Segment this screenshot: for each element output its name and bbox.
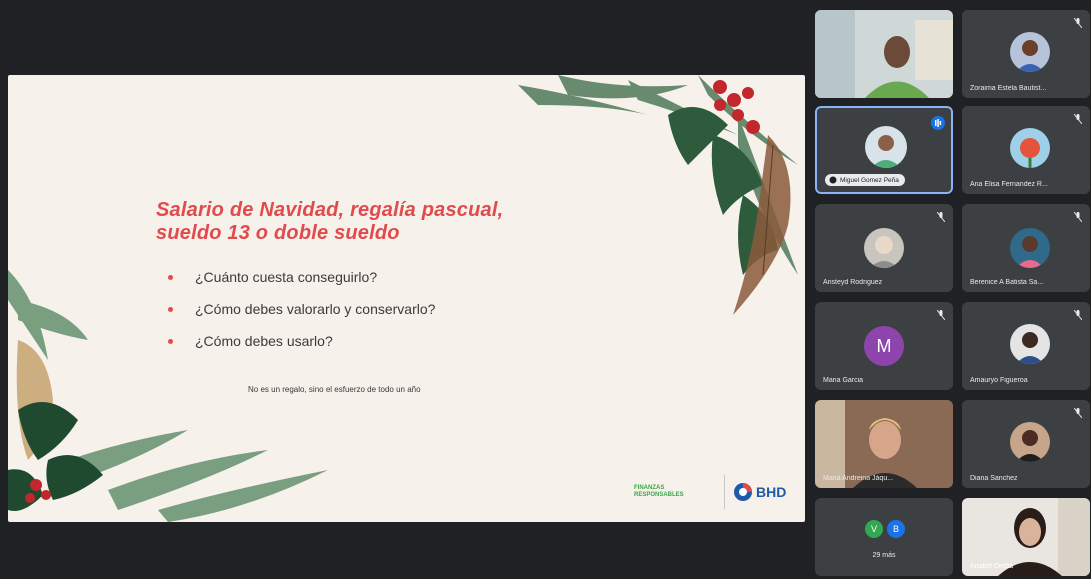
participant-avatar bbox=[1010, 422, 1050, 462]
participant-name: Aristeyd Rodriguez bbox=[823, 279, 883, 286]
participant-avatar bbox=[1010, 32, 1050, 72]
bullet-dot-icon bbox=[168, 274, 173, 280]
others-count: 29 más bbox=[872, 552, 896, 559]
finanzas-responsables-logo: FINANZAS RESPONSABLES bbox=[634, 485, 716, 499]
participant-tile[interactable]: Anabel Oreba bbox=[962, 498, 1090, 576]
slide-bullet: ¿Cómo debes valorarlo y conservarlo? bbox=[168, 293, 435, 325]
participant-tile-others[interactable]: V B 29 más bbox=[815, 498, 953, 576]
participant-name: Amauryo Figueroa bbox=[970, 377, 1028, 384]
participant-video bbox=[815, 10, 953, 98]
participant-avatar bbox=[1010, 128, 1050, 168]
mic-muted-icon bbox=[1074, 310, 1082, 320]
participant-name: Diana Sanchez bbox=[970, 475, 1018, 482]
participant-name: Zoraima Estela Bautist... bbox=[970, 85, 1047, 92]
slide-caption: No es un regalo, sino el esfuerzo de tod… bbox=[248, 385, 421, 394]
bhd-logo: BHD bbox=[733, 482, 786, 502]
slide-bullet: ¿Cómo debes usarlo? bbox=[168, 325, 435, 357]
participant-tile[interactable]: Amauryo Figueroa bbox=[962, 302, 1090, 390]
participant-name: Miguel Gomez Peña bbox=[840, 176, 899, 184]
participant-tile[interactable]: Diana Sanchez bbox=[962, 400, 1090, 488]
participant-letter-avatar: M bbox=[864, 326, 904, 366]
slide-bullet-text: ¿Cómo debes valorarlo y conservarlo? bbox=[195, 301, 436, 317]
pin-icon bbox=[829, 176, 837, 184]
participant-letter-avatar: B bbox=[887, 520, 905, 538]
logo-left-line-1: FINANZAS bbox=[634, 485, 665, 491]
participant-name: Ana Elisa Fernandez R... bbox=[970, 181, 1048, 188]
slide-title-line-1: Salario de Navidad, regalía pascual, bbox=[156, 199, 504, 221]
participant-name: Maria Garcia bbox=[823, 377, 864, 384]
bhd-logo-text: BHD bbox=[756, 484, 787, 500]
mic-muted-icon bbox=[1074, 212, 1082, 222]
participant-tile[interactable]: Miguel Gomez Peña bbox=[815, 106, 953, 194]
mic-muted-icon bbox=[1074, 18, 1082, 28]
participant-name: Anabel Oreba bbox=[970, 563, 1014, 570]
slide-title: Salario de Navidad, regalía pascual, sue… bbox=[156, 199, 586, 245]
bullet-dot-icon bbox=[168, 338, 173, 344]
participant-tile[interactable]: Ana Elisa Fernandez R... bbox=[962, 106, 1090, 194]
participant-avatar bbox=[864, 228, 904, 268]
participant-name-chip: Miguel Gomez Peña bbox=[825, 174, 905, 186]
participant-avatar bbox=[865, 126, 907, 168]
participant-tile[interactable]: Berenice A Batista Sa... bbox=[962, 204, 1090, 292]
participant-name: Berenice A Batista Sa... bbox=[970, 279, 1044, 286]
mic-muted-icon bbox=[937, 212, 945, 222]
logo-divider bbox=[724, 475, 725, 509]
participant-tile[interactable]: M Maria Garcia bbox=[815, 302, 953, 390]
presentation-slide: Salario de Navidad, regalía pascual, sue… bbox=[8, 75, 805, 522]
participant-avatar bbox=[1010, 324, 1050, 364]
participant-tile[interactable] bbox=[815, 10, 953, 98]
slide-bullet-text: ¿Cuánto cuesta conseguirlo? bbox=[195, 269, 378, 285]
participant-name: Maria Andreina Jáqu... bbox=[823, 475, 894, 482]
bullet-dot-icon bbox=[168, 306, 173, 312]
slide-title-line-2: sueldo 13 o doble sueldo bbox=[156, 222, 400, 244]
speaking-icon bbox=[931, 116, 945, 130]
participant-tile[interactable]: Zoraima Estela Bautist... bbox=[962, 10, 1090, 98]
mic-muted-icon bbox=[1074, 114, 1082, 124]
logo-left-line-2: RESPONSABLES bbox=[634, 492, 684, 498]
participant-letter-avatar: V bbox=[865, 520, 883, 538]
participant-tile[interactable]: Aristeyd Rodriguez bbox=[815, 204, 953, 292]
mic-muted-icon bbox=[937, 310, 945, 320]
participant-tile[interactable]: Maria Andreina Jáqu... bbox=[815, 400, 953, 488]
bhd-mark-icon bbox=[734, 483, 752, 501]
brand-logos: FINANZAS RESPONSABLES BHD bbox=[634, 475, 786, 509]
mic-muted-icon bbox=[1074, 408, 1082, 418]
mic-muted-icon bbox=[937, 18, 945, 28]
slide-bullet: ¿Cuánto cuesta conseguirlo? bbox=[168, 261, 435, 293]
slide-bullet-text: ¿Cómo debes usarlo? bbox=[195, 333, 333, 349]
participant-avatar bbox=[1010, 228, 1050, 268]
slide-bullet-list: ¿Cuánto cuesta conseguirlo? ¿Cómo debes … bbox=[168, 261, 435, 357]
